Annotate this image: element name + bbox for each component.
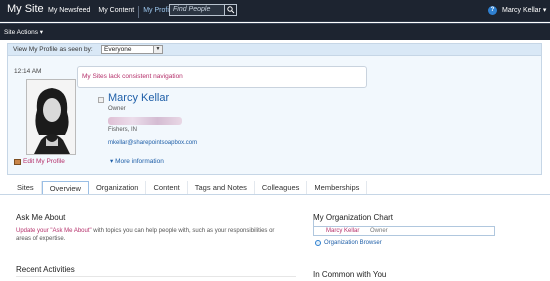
status-note[interactable]: My Sites lack consistent navigation — [77, 66, 367, 88]
edit-profile-link[interactable]: Edit My Profile — [14, 158, 65, 165]
org-browser-icon — [315, 240, 321, 246]
status-note-text: My Sites lack consistent navigation — [82, 73, 183, 80]
view-as-label: View My Profile as seen by: — [13, 46, 93, 53]
organization-browser-link[interactable]: Organization Browser — [315, 240, 382, 246]
ask-me-about-text: Update your "Ask Me About" with topics y… — [16, 227, 286, 243]
in-common-heading: In Common with You — [313, 270, 387, 279]
search-placeholder: Find People — [173, 6, 211, 13]
user-menu[interactable]: Marcy Kellar ▾ — [502, 6, 546, 14]
org-node-name[interactable]: Marcy Kellar — [326, 228, 359, 234]
more-information-link[interactable]: ▾ More information — [110, 157, 164, 165]
edit-profile-label: Edit My Profile — [23, 158, 65, 165]
org-chart-node[interactable]: Marcy Kellar Owner — [313, 226, 495, 236]
profile-panel: View My Profile as seen by: Everyone ▼ — [7, 43, 542, 175]
profile-role: Owner — [108, 106, 126, 112]
tabs-divider — [0, 194, 550, 195]
avatar — [27, 80, 75, 154]
ask-me-about-heading: Ask Me About — [16, 213, 66, 222]
divider — [16, 276, 296, 277]
site-actions-menu[interactable]: Site Actions ▾ — [4, 28, 43, 36]
view-as-select[interactable]: Everyone ▼ — [101, 45, 163, 54]
edit-icon — [14, 158, 21, 165]
profile-tabs: Sites Overview Organization Content Tags… — [10, 181, 368, 195]
top-bar: My Site My Newsfeed My Content My Profil… — [0, 0, 550, 22]
view-as-value: Everyone — [104, 46, 132, 53]
tab-tags-and-notes[interactable]: Tags and Notes — [188, 181, 255, 195]
profile-photo — [26, 79, 76, 155]
profile-email[interactable]: mkellar@sharepointsoapbox.com — [108, 140, 197, 146]
organization-browser-label: Organization Browser — [324, 240, 382, 246]
recent-activities-heading: Recent Activities — [16, 265, 75, 274]
more-information-label: More information — [115, 158, 164, 165]
profile-location: Fishers, IN — [108, 127, 138, 133]
presence-icon[interactable] — [98, 97, 104, 103]
help-icon[interactable]: ? — [488, 6, 497, 15]
search-button[interactable] — [224, 5, 236, 15]
nav-my-content[interactable]: My Content — [94, 6, 138, 18]
nav-my-newsfeed[interactable]: My Newsfeed — [44, 6, 94, 18]
search-input[interactable]: Find People — [169, 4, 237, 16]
site-title[interactable]: My Site — [7, 3, 44, 15]
profile-name: Marcy Kellar — [108, 92, 170, 104]
tab-overview[interactable]: Overview — [41, 181, 89, 195]
top-nav: My Newsfeed My Content My Profile — [44, 6, 178, 18]
view-as-bar: View My Profile as seen by: Everyone ▼ — [8, 44, 541, 56]
note-time: 12:14 AM — [14, 68, 42, 75]
tab-organization[interactable]: Organization — [89, 181, 147, 195]
update-ask-me-about-link[interactable]: Update your "Ask Me About" — [16, 228, 92, 234]
actions-bar: Site Actions ▾ — [0, 23, 550, 40]
tab-memberships[interactable]: Memberships — [307, 181, 368, 195]
tab-sites[interactable]: Sites — [10, 181, 42, 195]
tab-colleagues[interactable]: Colleagues — [255, 181, 308, 195]
org-node-role: Owner — [370, 228, 388, 234]
org-chart-heading: My Organization Chart — [313, 213, 394, 222]
tab-content[interactable]: Content — [146, 181, 188, 195]
search-icon — [227, 6, 235, 14]
redacted-info — [108, 117, 182, 125]
chevron-down-icon: ▼ — [153, 46, 162, 53]
